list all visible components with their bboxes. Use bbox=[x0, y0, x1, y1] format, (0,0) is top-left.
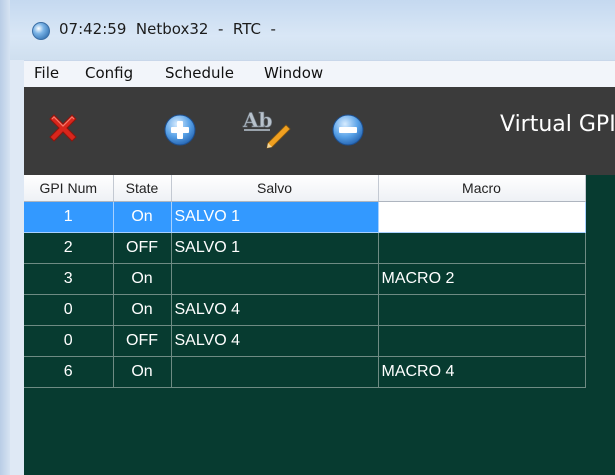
macro-cell[interactable]: MACRO 4 bbox=[378, 356, 586, 388]
column-header-gpi-num[interactable]: GPI Num bbox=[24, 175, 114, 202]
app-globe-icon bbox=[32, 22, 50, 40]
table-row[interactable]: 0 OFF SALVO 4 bbox=[24, 325, 586, 357]
add-plus-icon[interactable] bbox=[164, 114, 196, 146]
salvo-cell[interactable]: SALVO 4 bbox=[171, 325, 379, 357]
salvo-cell[interactable] bbox=[171, 263, 379, 295]
column-header-salvo[interactable]: Salvo bbox=[171, 175, 379, 202]
remove-minus-icon[interactable] bbox=[332, 114, 364, 146]
salvo-cell[interactable]: SALVO 4 bbox=[171, 294, 379, 326]
delete-x-icon[interactable] bbox=[46, 111, 80, 145]
table-row[interactable]: 3 On MACRO 2 bbox=[24, 263, 586, 295]
rename-ab-pencil-icon[interactable]: Ab bbox=[242, 107, 292, 149]
gpi-num-cell[interactable]: 1 bbox=[24, 201, 114, 233]
gpi-table: GPI Num State Salvo Macro 1 On SALVO 1 2… bbox=[24, 175, 586, 388]
gpi-num-cell[interactable]: 2 bbox=[24, 232, 114, 264]
window-frame-left bbox=[0, 0, 10, 475]
column-header-state[interactable]: State bbox=[113, 175, 172, 202]
state-cell[interactable]: On bbox=[113, 263, 172, 295]
table-row[interactable]: 1 On SALVO 1 bbox=[24, 201, 586, 233]
gpi-num-cell[interactable]: 0 bbox=[24, 294, 114, 326]
salvo-cell[interactable]: SALVO 1 bbox=[171, 232, 379, 264]
macro-cell[interactable] bbox=[378, 325, 586, 357]
state-cell[interactable]: On bbox=[113, 294, 172, 326]
macro-cell[interactable] bbox=[378, 294, 586, 326]
gpi-num-cell[interactable]: 3 bbox=[24, 263, 114, 295]
macro-cell[interactable] bbox=[378, 201, 586, 233]
menu-window[interactable]: Window bbox=[264, 64, 323, 82]
svg-text:Ab: Ab bbox=[242, 108, 273, 132]
table-row[interactable]: 6 On MACRO 4 bbox=[24, 356, 586, 388]
menu-config[interactable]: Config bbox=[85, 64, 133, 82]
menu-bar: File Config Schedule Window bbox=[24, 60, 615, 87]
state-cell[interactable]: On bbox=[113, 356, 172, 388]
salvo-cell[interactable] bbox=[171, 356, 379, 388]
table-row[interactable]: 2 OFF SALVO 1 bbox=[24, 232, 586, 264]
state-cell[interactable]: On bbox=[113, 201, 172, 233]
state-cell[interactable]: OFF bbox=[113, 232, 172, 264]
column-header-macro[interactable]: Macro bbox=[378, 175, 586, 202]
window-title: 07:42:59 Netbox32 - RTC - bbox=[59, 20, 276, 38]
toolbar-title: Virtual GPI bbox=[500, 112, 615, 137]
title-bar[interactable]: 07:42:59 Netbox32 - RTC - bbox=[10, 0, 615, 60]
table-header-row: GPI Num State Salvo Macro bbox=[24, 175, 586, 202]
salvo-cell[interactable]: SALVO 1 bbox=[171, 201, 379, 233]
macro-cell[interactable]: MACRO 2 bbox=[378, 263, 586, 295]
macro-cell[interactable] bbox=[378, 232, 586, 264]
gpi-panel: GPI Num State Salvo Macro 1 On SALVO 1 2… bbox=[24, 175, 615, 475]
menu-schedule[interactable]: Schedule bbox=[165, 64, 234, 82]
table-row[interactable]: 0 On SALVO 4 bbox=[24, 294, 586, 326]
toolbar: Ab Virtual GPI bbox=[24, 87, 615, 175]
gpi-num-cell[interactable]: 6 bbox=[24, 356, 114, 388]
state-cell[interactable]: OFF bbox=[113, 325, 172, 357]
menu-file[interactable]: File bbox=[34, 64, 59, 82]
gpi-num-cell[interactable]: 0 bbox=[24, 325, 114, 357]
